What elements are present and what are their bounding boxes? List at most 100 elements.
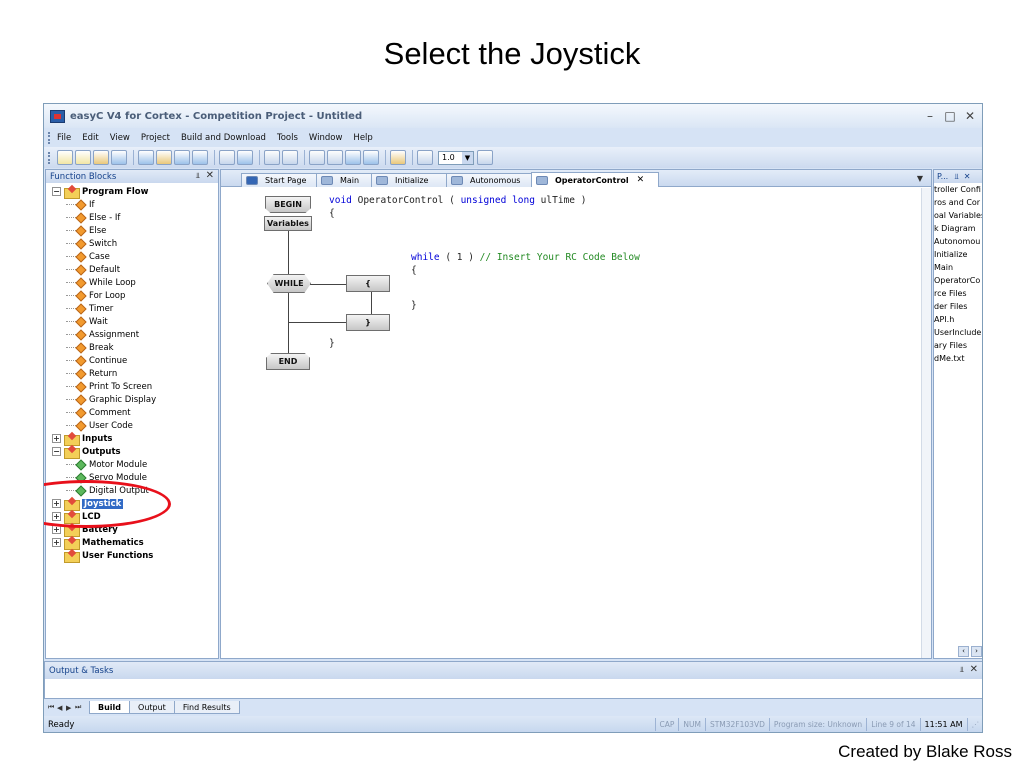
menu-project[interactable]: Project <box>141 133 170 143</box>
hardware-icon[interactable] <box>363 150 379 165</box>
output-tab-output[interactable]: Output <box>129 701 175 714</box>
editor-scrollbar[interactable] <box>921 188 931 658</box>
project-tree-item[interactable]: Main <box>934 261 953 274</box>
tree-item[interactable]: Else - If <box>66 211 120 224</box>
tree-item[interactable]: Comment <box>66 406 131 419</box>
close-icon[interactable]: ✕ <box>964 172 971 181</box>
device-icon[interactable] <box>390 150 406 165</box>
project-tree-item[interactable]: API.h <box>934 313 954 326</box>
tree-item[interactable]: User Code <box>66 419 133 432</box>
menu-window[interactable]: Window <box>309 133 343 143</box>
tree-item[interactable]: Return <box>66 367 117 380</box>
window-icon[interactable] <box>138 150 154 165</box>
expand-icon[interactable]: + <box>52 538 61 547</box>
pin-icon[interactable]: ⫫ <box>954 172 959 182</box>
menu-view[interactable]: View <box>110 133 130 143</box>
tree-item[interactable]: Timer <box>66 302 113 315</box>
project-tree-item[interactable]: UserInclude <box>934 326 981 339</box>
tree-item[interactable]: Else <box>66 224 106 237</box>
scroll-left-icon[interactable]: ‹ <box>958 646 969 657</box>
menu-edit[interactable]: Edit <box>82 133 98 143</box>
zoom-in-icon[interactable] <box>417 150 433 165</box>
close-icon[interactable]: ✕ <box>637 175 645 185</box>
tree-item[interactable]: Break <box>66 341 114 354</box>
begin-block[interactable]: BEGIN <box>265 196 311 213</box>
project-tree-item[interactable]: oal Variables <box>934 209 982 222</box>
tree-item[interactable]: Default <box>66 263 120 276</box>
menu-file[interactable]: File <box>57 133 71 143</box>
chart-icon[interactable] <box>345 150 361 165</box>
tree-item[interactable]: While Loop <box>66 276 136 289</box>
tab-start-page[interactable]: Start Page <box>241 173 319 187</box>
next-tab-icon[interactable]: ▶ <box>66 704 75 712</box>
project-tree-item[interactable]: rce Files <box>934 287 967 300</box>
download-icon[interactable] <box>237 150 253 165</box>
project-tree-item[interactable]: Initialize <box>934 248 967 261</box>
menu-build-download[interactable]: Build and Download <box>181 133 266 143</box>
chevron-down-icon[interactable]: ▼ <box>462 151 473 164</box>
tree-item[interactable]: Wait <box>66 315 108 328</box>
close-brace-block[interactable]: } <box>346 314 390 331</box>
close-icon[interactable]: ✕ <box>964 109 976 123</box>
monitor-icon[interactable] <box>309 150 325 165</box>
tab-operatorcontrol[interactable]: OperatorControl ✕ <box>531 172 659 187</box>
project-tree-item[interactable]: troller Confi <box>934 183 981 196</box>
close-icon[interactable]: ✕ <box>206 170 214 181</box>
view-icon[interactable] <box>174 150 190 165</box>
collapse-icon[interactable]: − <box>52 447 61 456</box>
tab-list-dropdown-icon[interactable]: ▼ <box>917 174 923 183</box>
terminal-icon[interactable] <box>282 150 298 165</box>
open-folder-icon[interactable] <box>93 150 109 165</box>
layout-icon[interactable] <box>327 150 343 165</box>
function-block-icon[interactable] <box>156 150 172 165</box>
save-icon[interactable] <box>111 150 127 165</box>
project-tree-item[interactable]: Autonomou <box>934 235 980 248</box>
tree-item[interactable]: For Loop <box>66 289 125 302</box>
project-tree-item[interactable]: OperatorCo <box>934 274 980 287</box>
maximize-icon[interactable]: □ <box>944 109 956 123</box>
project-tree-item[interactable]: ros and Cor <box>934 196 980 209</box>
pin-icon[interactable]: ⫫ <box>196 171 201 181</box>
tree-folder[interactable]: − Program Flow <box>52 185 149 199</box>
tree-item[interactable]: Switch <box>66 237 117 250</box>
tree-folder[interactable]: − Outputs <box>52 445 121 459</box>
minimize-icon[interactable]: – <box>924 109 936 123</box>
new-file-icon[interactable] <box>57 150 73 165</box>
tree-folder[interactable]: + Inputs <box>52 432 112 446</box>
scroll-right-icon[interactable]: › <box>971 646 982 657</box>
project-tree-item[interactable]: ary Files <box>934 339 967 352</box>
zoom-out-icon[interactable] <box>477 150 493 165</box>
project-tree-item[interactable]: dMe.txt <box>934 352 964 365</box>
tree-item[interactable]: Case <box>66 250 110 263</box>
last-tab-icon[interactable]: ⏭ <box>75 703 84 712</box>
resize-grip-icon[interactable]: ⋰ <box>966 718 983 731</box>
project-tree-item[interactable]: der Files <box>934 300 967 313</box>
close-icon[interactable]: ✕ <box>970 664 978 675</box>
tab-main[interactable]: Main <box>316 173 374 187</box>
new-project-icon[interactable] <box>75 150 91 165</box>
panel-icon[interactable] <box>192 150 208 165</box>
tools-icon[interactable] <box>219 150 235 165</box>
tree-item[interactable]: If <box>66 198 95 211</box>
tree-item[interactable]: Graphic Display <box>66 393 156 406</box>
tab-initialize[interactable]: Initialize <box>371 173 449 187</box>
pin-icon[interactable]: ⫫ <box>960 665 965 675</box>
menu-tools[interactable]: Tools <box>277 133 298 143</box>
calculator-icon[interactable] <box>264 150 280 165</box>
tab-autonomous[interactable]: Autonomous <box>446 173 534 187</box>
output-tab-find-results[interactable]: Find Results <box>173 701 240 714</box>
tree-folder[interactable]: User Functions <box>52 549 153 563</box>
variables-block[interactable]: Variables <box>264 216 312 231</box>
prev-tab-icon[interactable]: ◀ <box>57 704 66 712</box>
tree-folder[interactable]: + Mathematics <box>52 536 144 550</box>
tree-item[interactable]: Assignment <box>66 328 139 341</box>
tree-item[interactable]: Print To Screen <box>66 380 152 393</box>
open-brace-block[interactable]: { <box>346 275 390 292</box>
flowchart-canvas[interactable]: BEGIN Variables WHILE { } END void Opera… <box>221 188 923 658</box>
tree-item[interactable]: Continue <box>66 354 127 367</box>
while-block[interactable]: WHILE <box>267 274 311 293</box>
project-scrollbar[interactable]: ‹ › <box>934 646 982 657</box>
end-block[interactable]: END <box>266 353 310 370</box>
output-tab-build[interactable]: Build <box>89 701 131 714</box>
tree-item[interactable]: Motor Module <box>66 458 147 471</box>
